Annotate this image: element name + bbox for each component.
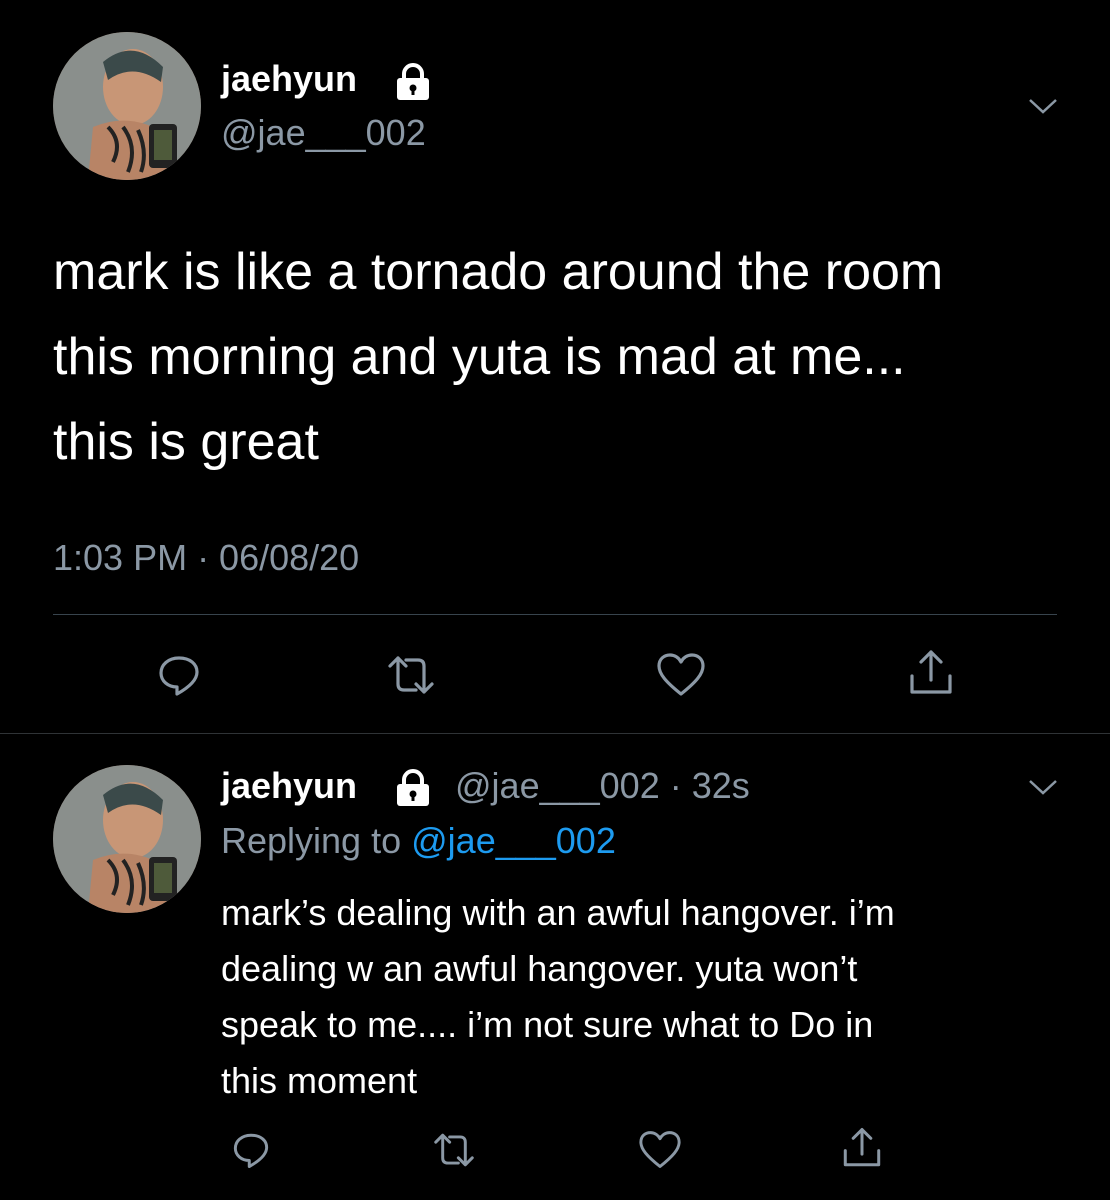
replying-handle-link[interactable]: @jae___002 [411,820,616,861]
lock-icon [397,769,429,806]
display-name[interactable]: jaehyun [221,765,357,807]
retweet-icon [434,1133,474,1167]
lock-icon [397,63,429,100]
divider [0,733,1110,734]
chevron-down-icon[interactable] [1028,97,1058,115]
reply-button[interactable] [156,652,202,698]
divider [53,614,1057,615]
share-icon [910,650,952,694]
share-icon [843,1128,881,1167]
display-name[interactable]: jaehyun [221,58,357,100]
tweet-text: mark is like a tornado around the room t… [53,230,1063,485]
like-button[interactable] [638,1130,682,1170]
user-handle-time[interactable]: @jae___002 · 32s [455,765,750,807]
tweet-text: mark’s dealing with an awful hangover. i… [221,885,1081,1109]
tweet-text-line: mark’s dealing with an awful hangover. i… [221,892,895,933]
timestamp[interactable]: 1:03 PM · 06/08/20 [53,537,359,579]
reply-button[interactable] [231,1130,271,1170]
tweet-text-line: mark is like a tornado around the room [53,243,944,301]
avatar[interactable] [53,32,201,180]
avatar-image [53,32,201,180]
tweet-text-line: this morning and yuta is mad at me... [53,328,906,386]
tweet-text-line: dealing w an awful hangover. yuta won’t [221,948,858,989]
avatar-image [53,765,201,913]
avatar[interactable] [53,765,201,913]
like-button[interactable] [656,652,706,698]
main-tweet: jaehyun @jae___002 mark is like a tornad… [0,0,1110,733]
tweet-text-line: speak to me.... i’m not sure what to Do … [221,1004,874,1045]
replying-prefix: Replying to [221,820,402,861]
share-button[interactable] [906,648,956,698]
heart-icon [657,653,705,696]
reply-icon [233,1133,269,1168]
retweet-button[interactable] [432,1130,476,1170]
heart-icon [639,1131,681,1168]
reply-icon [159,656,199,696]
user-handle[interactable]: @jae___002 [221,112,426,154]
replying-to: Replying to @jae___002 [221,820,616,862]
retweet-button[interactable] [386,652,436,698]
chevron-down-icon[interactable] [1028,778,1058,796]
retweet-icon [388,656,434,694]
share-button[interactable] [840,1126,884,1170]
tweet-text-line: this moment [221,1060,418,1101]
tweet-text-line: this is great [53,413,319,471]
